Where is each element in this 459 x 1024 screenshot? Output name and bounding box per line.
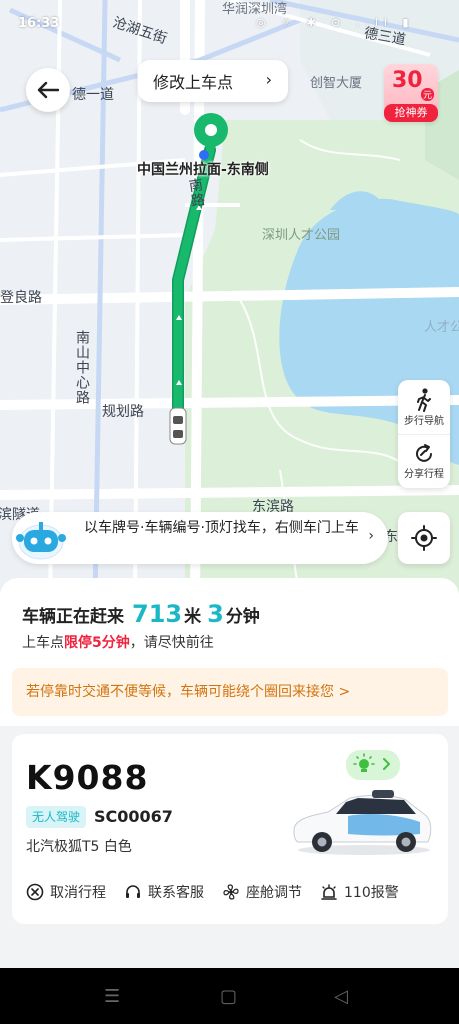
police-call-label: 110报警 bbox=[344, 885, 399, 901]
system-nav-bar: ☰ ▢ ◁ bbox=[0, 968, 459, 1024]
map-label-chuangzhi: 创智大厦 bbox=[310, 76, 363, 91]
eta-subline: 上车点限停5分钟，请尽快前往 bbox=[22, 632, 214, 652]
contact-support-button[interactable]: 联系客服 bbox=[124, 882, 204, 902]
coupon-badge[interactable]: 30 元 抢神券 bbox=[384, 64, 438, 122]
boarding-hint-bar[interactable]: 以车牌号·车辆编号·顶灯找车，右侧车门上车 › bbox=[12, 512, 388, 564]
map-label-nanlu: 南路 bbox=[185, 177, 207, 209]
share-refresh-icon bbox=[416, 444, 432, 462]
share-trip-button[interactable]: 分享行程 bbox=[398, 434, 450, 488]
vehicle-image bbox=[293, 790, 432, 855]
locate-me-button[interactable] bbox=[398, 512, 450, 564]
trip-actions: 取消行程 联系客服 座舱调节 110报警 bbox=[26, 880, 436, 904]
headset-icon bbox=[126, 885, 140, 898]
cancel-trip-button[interactable]: 取消行程 bbox=[26, 882, 106, 902]
map-label-nanshan-zhongxin: 南山中心路 bbox=[74, 330, 90, 405]
status-bar: 16:33 ◎ ☼ ✱ ⊙ ..ll ▮ bbox=[0, 0, 459, 36]
chevron-right-icon: › bbox=[265, 70, 272, 89]
arrow-left-icon bbox=[37, 81, 59, 99]
stop-limit-text: 限停5分钟 bbox=[64, 635, 130, 651]
back-button[interactable] bbox=[26, 68, 70, 112]
map-label-dengliang: 登良路 bbox=[0, 290, 42, 306]
fan-icon bbox=[223, 884, 239, 900]
map-side-controls: 步行导航 分享行程 bbox=[398, 380, 450, 488]
menu-icon[interactable]: ☰ bbox=[104, 986, 120, 1007]
cancel-circle-icon bbox=[26, 883, 44, 901]
pickup-pin-label: 中国兰州拉面-东南侧 bbox=[137, 162, 269, 178]
modify-pickup-button[interactable]: 修改上车点 › bbox=[138, 60, 288, 102]
eta-minutes: 3 bbox=[207, 600, 224, 628]
eta-prefix: 车辆正在赶来 bbox=[22, 607, 124, 627]
map-label-rencai-right: 人才公 bbox=[424, 320, 459, 335]
cabin-adjust-button[interactable]: 座舱调节 bbox=[222, 882, 302, 902]
police-call-button[interactable]: 110报警 bbox=[320, 882, 399, 902]
walking-person-icon bbox=[417, 387, 431, 412]
home-icon[interactable]: ▢ bbox=[220, 986, 237, 1007]
autonomous-badge: 无人驾驶 bbox=[26, 806, 87, 828]
eta-headline: 车辆正在赶来 713 米 3 分钟 bbox=[22, 600, 260, 628]
roof-light-button[interactable] bbox=[346, 750, 400, 780]
cancel-trip-label: 取消行程 bbox=[50, 885, 106, 901]
modify-pickup-label: 修改上车点 bbox=[153, 73, 234, 92]
eta-distance-unit: 米 bbox=[184, 607, 202, 627]
eta-sub-suffix: ，请尽快前往 bbox=[129, 635, 214, 651]
boarding-hint-text: 以车牌号·车辆编号·顶灯找车，右侧车门上车 bbox=[84, 520, 359, 536]
eta-distance: 713 bbox=[132, 600, 183, 628]
alarm-light-icon bbox=[321, 884, 337, 900]
eta-sub-prefix: 上车点 bbox=[22, 635, 64, 651]
contact-support-label: 联系客服 bbox=[148, 885, 204, 901]
share-trip-label: 分享行程 bbox=[404, 469, 444, 480]
crosshair-icon bbox=[411, 525, 437, 551]
map-label-rencai-park: 深圳人才公园 bbox=[262, 228, 341, 243]
vehicle-card: K9088 无人驾驶 SC00067 北汽极狐T5 白色 取消行程 联系客服 座… bbox=[12, 734, 448, 924]
status-time: 16:33 bbox=[18, 16, 60, 31]
vehicle-plate: K9088 bbox=[26, 758, 149, 797]
eta-minutes-unit: 分钟 bbox=[225, 607, 260, 627]
map-label-guihua: 规划路 bbox=[102, 404, 144, 420]
chevron-right-icon: › bbox=[368, 528, 374, 544]
status-icons: ◎ ☼ ✱ ⊙ ..ll ▮ bbox=[256, 16, 415, 29]
coupon-unit: 元 bbox=[420, 88, 434, 101]
walk-nav-label: 步行导航 bbox=[404, 415, 444, 427]
back-triangle-icon[interactable]: ◁ bbox=[334, 986, 348, 1007]
map-label-deyi: 德一道 bbox=[72, 87, 114, 103]
eta-card: 车辆正在赶来 713 米 3 分钟 上车点限停5分钟，请尽快前往 若停靠时交通不… bbox=[0, 578, 459, 726]
robot-mascot-icon bbox=[16, 522, 66, 560]
trip-panel: 车辆正在赶来 713 米 3 分钟 上车点限停5分钟，请尽快前往 若停靠时交通不… bbox=[0, 578, 459, 968]
traffic-note-banner[interactable]: 若停靠时交通不便等候，车辆可能绕个圈回来接您 > bbox=[12, 668, 448, 716]
cabin-adjust-label: 座舱调节 bbox=[246, 885, 302, 901]
vehicle-model: 北汽极狐T5 白色 bbox=[26, 839, 132, 855]
coupon-cta: 抢神券 bbox=[384, 104, 438, 122]
light-bulb-icon bbox=[353, 753, 390, 772]
coupon-amount: 30 bbox=[392, 68, 423, 93]
vehicle-number: SC00067 bbox=[94, 807, 173, 826]
walk-nav-button[interactable]: 步行导航 bbox=[398, 380, 450, 434]
